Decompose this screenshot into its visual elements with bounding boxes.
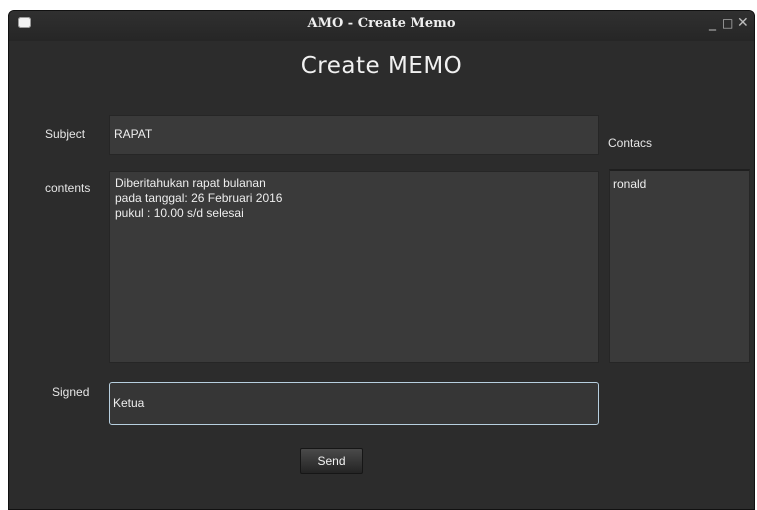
window-title: AMO - Create Memo (307, 16, 456, 31)
minimize-icon[interactable]: _ (709, 14, 716, 32)
close-icon[interactable]: ✕ (737, 14, 749, 32)
signed-label: Signed (52, 385, 90, 399)
contents-line: Diberitahukan rapat bulanan (115, 176, 266, 190)
title-bar[interactable]: AMO - Create Memo _ □ ✕ (9, 11, 754, 41)
maximize-icon[interactable]: □ (722, 14, 733, 32)
contents-label: contents (45, 181, 91, 195)
contacts-list[interactable]: ronald (609, 169, 750, 363)
contents-textarea[interactable]: Diberitahukan rapat bulanan pada tanggal… (109, 171, 599, 363)
contacts-label: Contacs (608, 136, 653, 150)
page-title: Create MEMO (300, 53, 463, 79)
contents-line: pukul : 10.00 s/d selesai (115, 206, 244, 220)
send-button[interactable]: Send (300, 448, 363, 474)
signed-input[interactable]: Ketua (109, 382, 599, 425)
subject-input[interactable]: RAPAT (109, 115, 599, 155)
contact-item[interactable]: ronald (613, 177, 746, 191)
subject-label: Subject (45, 127, 86, 141)
create-memo-window: AMO - Create Memo _ □ ✕ Create MEMO Subj… (8, 10, 755, 510)
contents-line: pada tanggal: 26 Februari 2016 (115, 191, 283, 205)
